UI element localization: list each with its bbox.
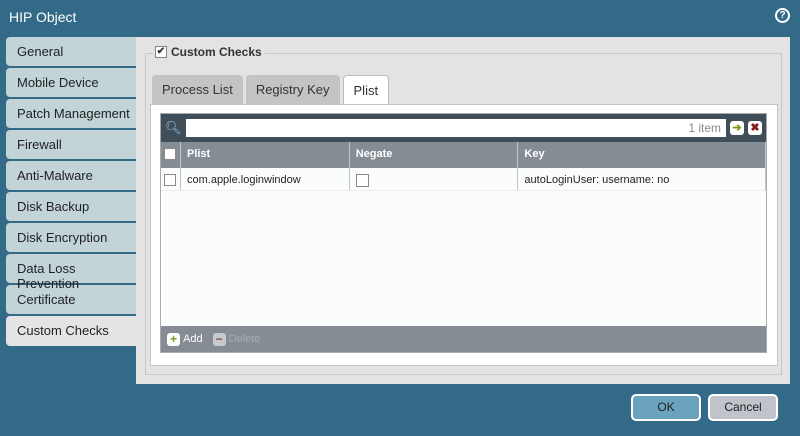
column-header-negate[interactable]: Negate (350, 142, 519, 168)
add-label: Add (183, 333, 203, 345)
sidebar-item-custom-checks[interactable]: Custom Checks (6, 316, 136, 346)
delete-button[interactable]: − Delete (212, 332, 261, 346)
sidebar-item-anti-malware[interactable]: Anti-Malware (6, 161, 136, 190)
tab-registry-key[interactable]: Registry Key (245, 75, 340, 104)
clear-filter-icon[interactable]: ✖ (748, 121, 762, 135)
dialog-title: HIP Object (9, 9, 77, 25)
tab-bar: Process List Registry Key Plist (152, 75, 390, 105)
add-button[interactable]: + Add (167, 332, 203, 346)
plus-icon: + (167, 332, 180, 346)
ok-button[interactable]: OK (631, 394, 701, 421)
item-count: 1 item (688, 121, 721, 135)
tab-content: 🔍︎ 1 item ➔ ✖ Plist Negate Key com.apple… (150, 104, 778, 366)
grid-footer: + Add − Delete (161, 326, 766, 352)
search-bar: 🔍︎ 1 item ➔ ✖ (161, 114, 766, 142)
sidebar: General Mobile Device Patch Management F… (6, 37, 136, 348)
table-row[interactable]: com.apple.loginwindow autoLoginUser: use… (161, 168, 766, 191)
tab-plist[interactable]: Plist (342, 75, 390, 105)
plist-cell: com.apple.loginwindow (181, 168, 350, 190)
sidebar-item-disk-backup[interactable]: Disk Backup (6, 192, 136, 221)
custom-checks-legend: ✔ Custom Checks (152, 45, 265, 59)
sidebar-item-mobile-device[interactable]: Mobile Device (6, 68, 136, 97)
tab-process-list[interactable]: Process List (152, 75, 243, 104)
key-cell: autoLoginUser: username: no (518, 168, 766, 190)
negate-checkbox[interactable] (355, 174, 369, 187)
sidebar-item-firewall[interactable]: Firewall (6, 130, 136, 159)
select-all-checkbox[interactable] (164, 148, 176, 160)
custom-checks-checkbox[interactable]: ✔ (155, 46, 167, 58)
search-input[interactable]: 1 item (185, 119, 726, 137)
apply-filter-icon[interactable]: ➔ (730, 121, 744, 135)
sidebar-item-disk-encryption[interactable]: Disk Encryption (6, 223, 136, 252)
sidebar-item-data-loss-prevention[interactable]: Data Loss Prevention (6, 254, 136, 291)
cancel-button[interactable]: Cancel (708, 394, 778, 421)
custom-checks-label: Custom Checks (171, 45, 262, 59)
delete-label: Delete (228, 333, 261, 345)
column-header-key[interactable]: Key (518, 142, 766, 168)
plist-grid: 🔍︎ 1 item ➔ ✖ Plist Negate Key com.apple… (160, 113, 767, 353)
sidebar-item-general[interactable]: General (6, 37, 136, 66)
help-icon[interactable]: ? (775, 8, 790, 23)
search-icon: 🔍︎ (165, 120, 182, 135)
minus-icon: − (212, 332, 226, 346)
grid-header: Plist Negate Key (161, 142, 766, 168)
sidebar-item-patch-management[interactable]: Patch Management (6, 99, 136, 128)
row-select-checkbox[interactable] (164, 174, 176, 186)
content-panel: ✔ Custom Checks Process List Registry Ke… (136, 37, 790, 384)
custom-checks-fieldset: ✔ Custom Checks Process List Registry Ke… (145, 45, 782, 375)
column-header-plist[interactable]: Plist (181, 142, 350, 168)
